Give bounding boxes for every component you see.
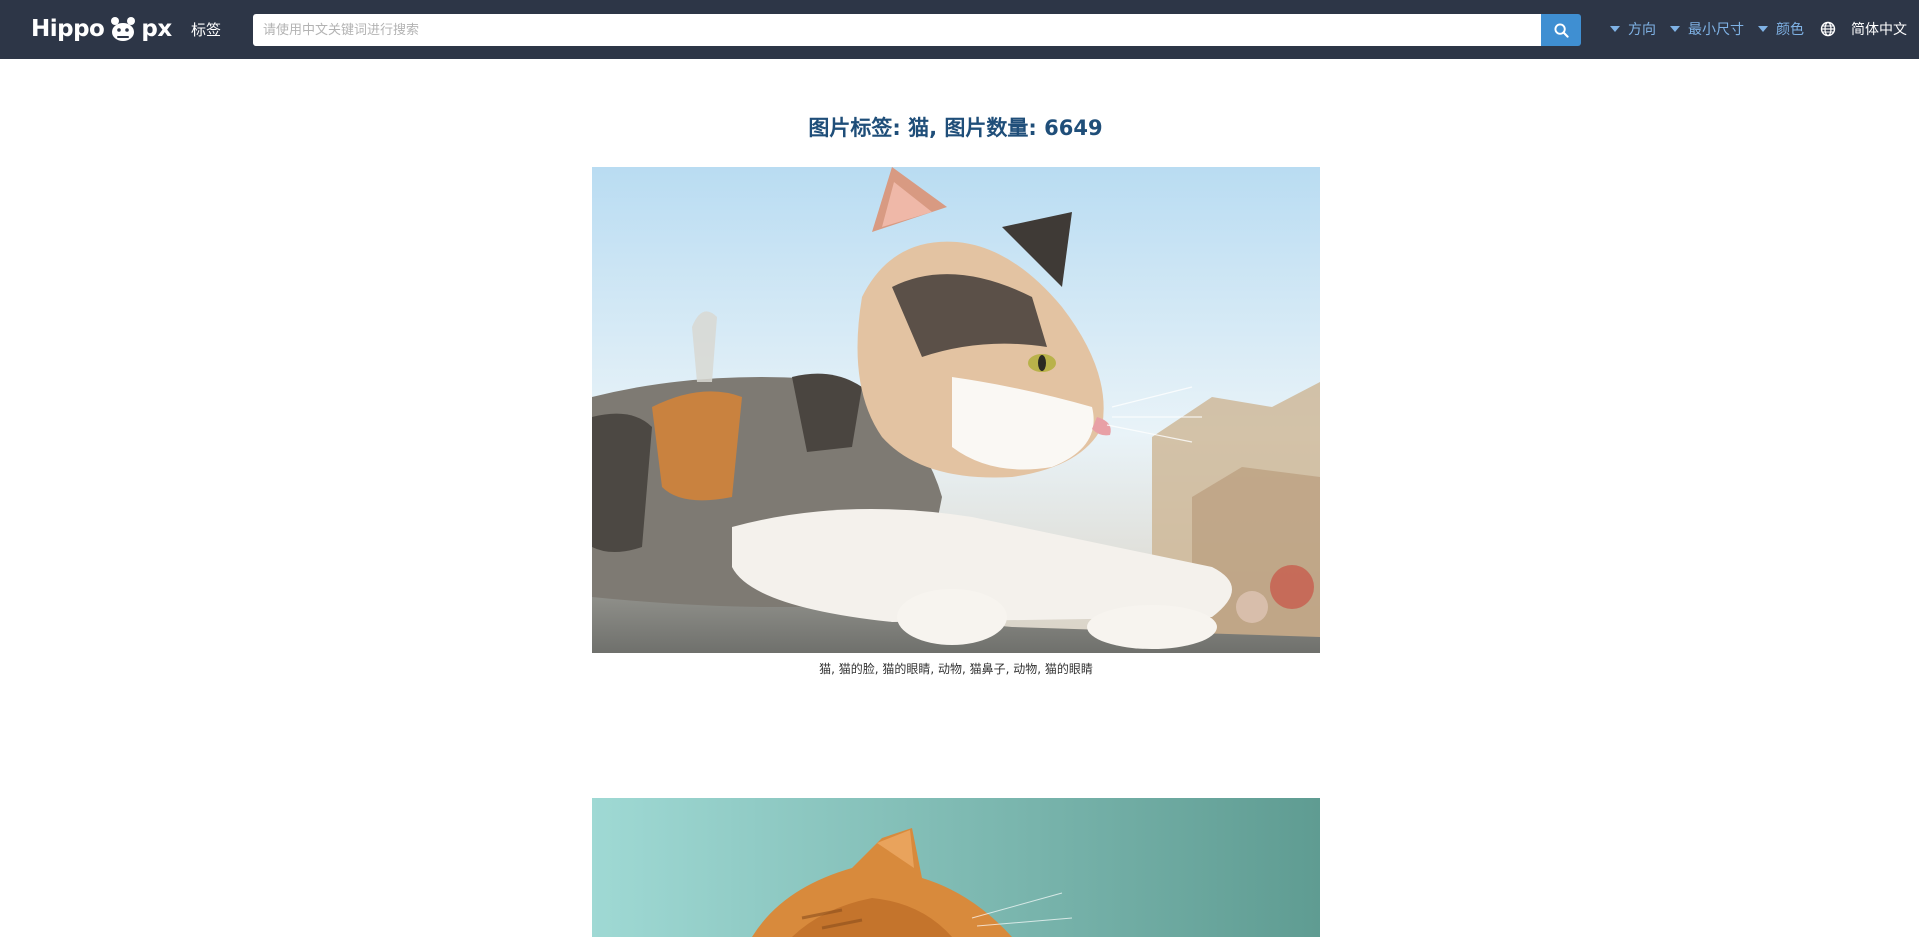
- hippo-logo-icon: [111, 17, 136, 41]
- brand-name-right: px: [141, 16, 172, 42]
- caret-down-icon: [1670, 26, 1680, 32]
- cat-photo-calico: [592, 167, 1320, 653]
- globe-icon: [1820, 21, 1836, 37]
- caret-down-icon: [1758, 26, 1768, 32]
- filter-orientation-label: 方向: [1628, 22, 1656, 38]
- nav-tags-link[interactable]: 标签: [191, 19, 221, 40]
- site-logo[interactable]: Hippo px: [31, 12, 172, 46]
- result-image[interactable]: [592, 167, 1320, 653]
- brand-name-left: Hippo: [31, 16, 105, 42]
- filter-min-size[interactable]: 最小尺寸: [1670, 19, 1744, 39]
- result-image[interactable]: [592, 798, 1320, 937]
- language-label: 简体中文: [1851, 22, 1907, 38]
- cat-photo-orange: [592, 798, 1320, 937]
- language-selector[interactable]: 简体中文: [1820, 19, 1907, 39]
- search-icon: [1553, 22, 1569, 38]
- filter-min-size-label: 最小尺寸: [1688, 22, 1744, 38]
- filter-color[interactable]: 颜色: [1758, 19, 1804, 39]
- filter-bar: 方向 最小尺寸 颜色 简体中文: [1610, 19, 1907, 39]
- filter-orientation[interactable]: 方向: [1610, 19, 1656, 39]
- search-bar: [253, 14, 1581, 46]
- filter-color-label: 颜色: [1776, 22, 1804, 38]
- top-navbar: Hippo px 标签 方向 最小尺寸: [0, 0, 1919, 59]
- caret-down-icon: [1610, 26, 1620, 32]
- page-title: 图片标签: 猫, 图片数量: 6649: [808, 116, 1103, 140]
- image-caption: 猫, 猫的脸, 猫的眼睛, 动物, 猫鼻子, 动物, 猫的眼睛: [819, 662, 1093, 676]
- search-button[interactable]: [1541, 14, 1581, 46]
- search-input[interactable]: [253, 14, 1541, 46]
